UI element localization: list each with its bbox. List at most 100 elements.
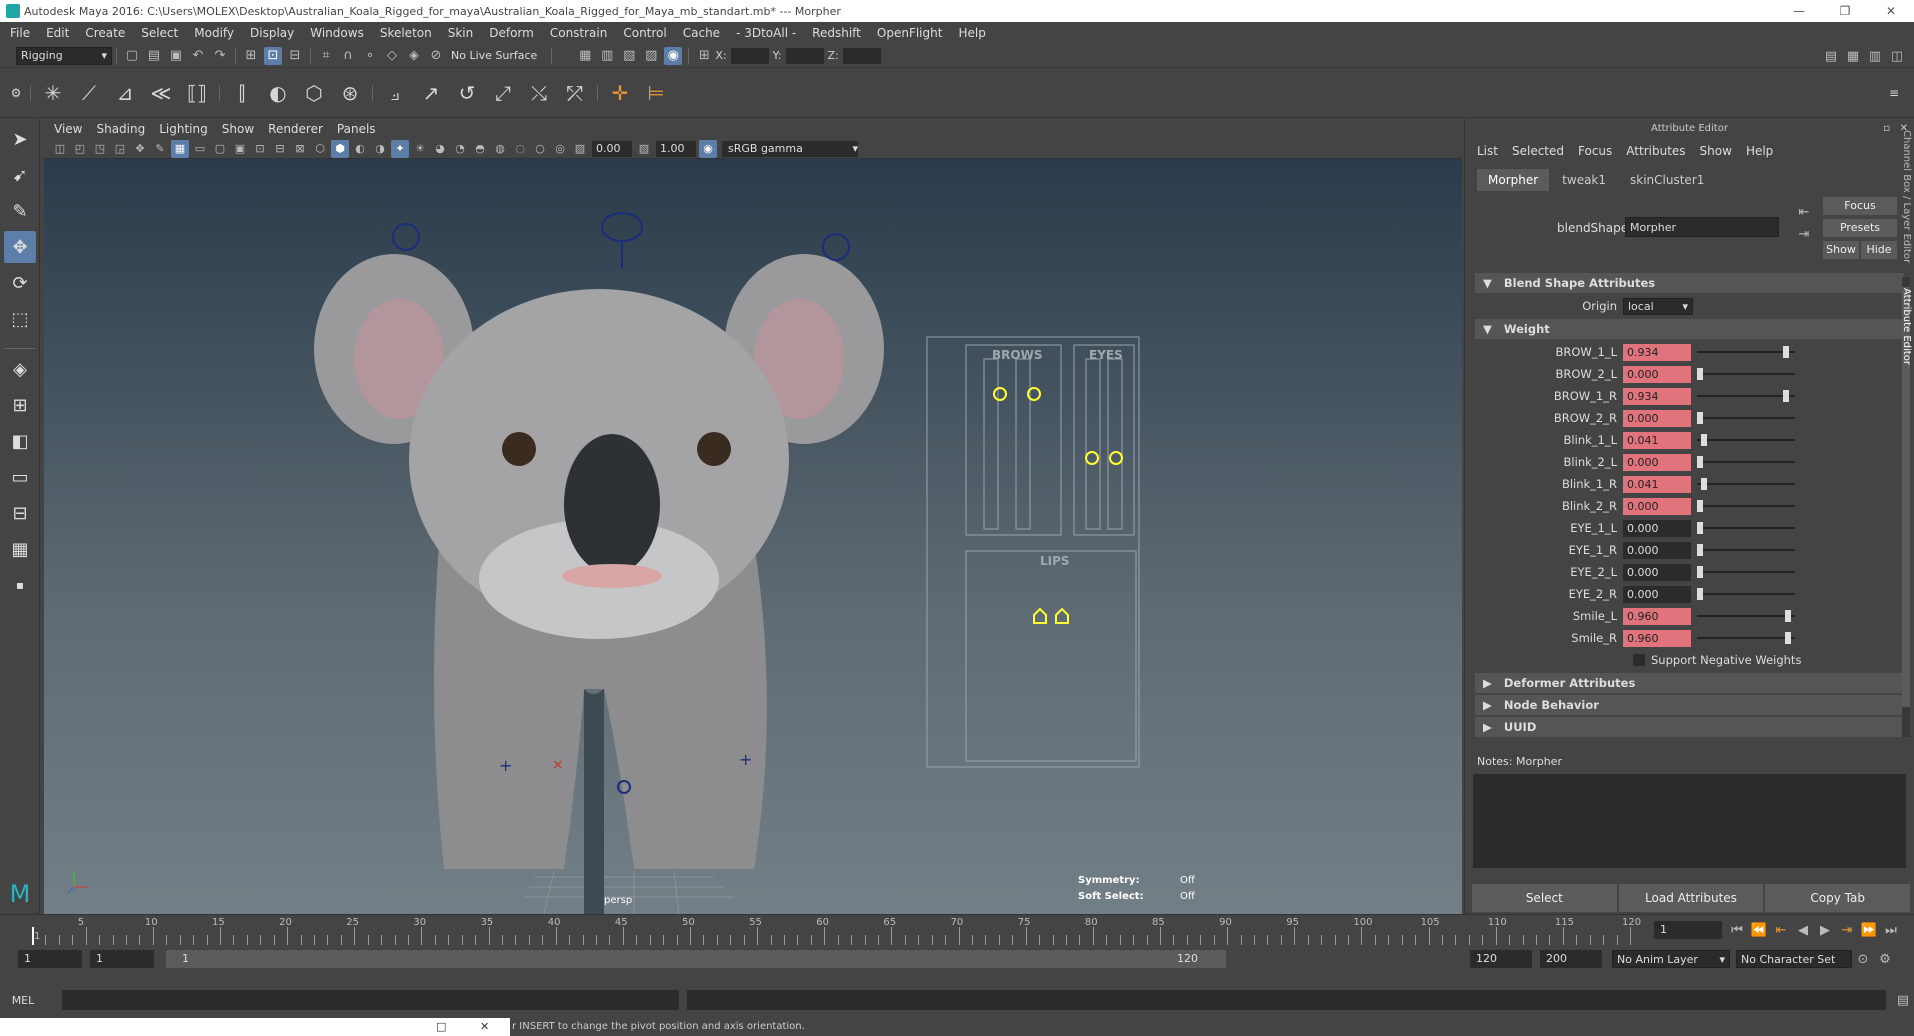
ik-fk-switch-icon[interactable]: ⊨ <box>640 77 672 109</box>
minimize-button[interactable]: — <box>1776 0 1822 22</box>
auto-key-icon[interactable]: ⊙ <box>1854 950 1872 968</box>
presets-button[interactable]: Presets <box>1823 219 1897 237</box>
3d-scene[interactable]: + × + BROWS EYES LIPS persp Symmetry: Of… <box>44 159 1462 915</box>
ik-spline-icon[interactable]: ≪ <box>145 77 177 109</box>
smile-r-control-icon[interactable] <box>1055 607 1069 624</box>
snap-surface-icon[interactable]: ◈ <box>405 47 423 65</box>
support-negative-checkbox[interactable] <box>1633 654 1645 666</box>
time-ruler[interactable]: 1 5 10 15 20 25 30 35 40 45 50 55 60 65 70 75 80 85 90 95 10… <box>28 917 1641 945</box>
time-slider[interactable]: 1 5 10 15 20 25 30 35 40 45 50 55 60 65 70 75 80 85 90 95 10… <box>0 914 1914 945</box>
weight-slider[interactable] <box>1697 585 1795 603</box>
menu-windows[interactable]: Windows <box>310 26 364 40</box>
resolution-gate-icon[interactable]: ▢ <box>211 140 229 158</box>
menu-create[interactable]: Create <box>85 26 125 40</box>
shelf-options-icon[interactable]: ⚙ <box>8 77 24 109</box>
humanik-icon[interactable]: ⟦⟧ <box>181 77 213 109</box>
camera-select-icon[interactable]: ◫ <box>51 140 69 158</box>
character-set-dropdown[interactable]: No Character Set <box>1736 950 1852 968</box>
ae-menu-focus[interactable]: Focus <box>1578 144 1612 158</box>
anti-aliasing-icon[interactable]: ◓ <box>471 140 489 158</box>
side-tab-attribute-editor[interactable]: Attribute Editor <box>1898 288 1912 378</box>
locator-icon[interactable]: ✛ <box>604 77 636 109</box>
color-management-icon[interactable]: ◉ <box>699 139 717 158</box>
step-forward-key-icon[interactable]: ⇥ <box>1838 921 1856 939</box>
weight-slider[interactable] <box>1697 475 1795 493</box>
weight-field[interactable]: 0.041 <box>1623 431 1691 449</box>
select-button[interactable]: Select <box>1472 884 1617 912</box>
hide-button[interactable]: Hide <box>1861 241 1897 259</box>
weight-field[interactable]: 0.960 <box>1623 607 1691 625</box>
y-field[interactable] <box>785 47 824 64</box>
menu-deform[interactable]: Deform <box>489 26 534 40</box>
step-forward-frame-icon[interactable]: ⏩ <box>1860 921 1878 939</box>
slider-knob[interactable] <box>1782 390 1789 402</box>
safe-title-icon[interactable]: ⊠ <box>291 140 309 158</box>
smooth-bind-icon[interactable]: ⫿ <box>226 77 258 109</box>
select-hierarchy-icon[interactable]: ⊞ <box>242 47 260 65</box>
ik-handle-marker-icon[interactable]: × <box>552 757 564 773</box>
image-plane-icon[interactable]: ◲ <box>111 140 129 158</box>
scale-constraint-icon[interactable]: ⤢ <box>487 77 519 109</box>
redo-icon[interactable]: ↷ <box>211 47 229 65</box>
weight-slider[interactable] <box>1697 365 1795 383</box>
menu-file[interactable]: File <box>10 26 30 40</box>
ae-menu-show[interactable]: Show <box>1700 144 1732 158</box>
playback-end-field[interactable]: 120 <box>1470 950 1532 968</box>
cluster-icon[interactable]: ⊛ <box>334 77 366 109</box>
orient-constraint-icon[interactable]: ↺ <box>451 77 483 109</box>
weight-slider[interactable] <box>1697 629 1795 647</box>
smile-l-control-icon[interactable] <box>1033 607 1047 624</box>
xray-components-icon[interactable]: ◎ <box>551 140 569 158</box>
weight-slider[interactable] <box>1697 431 1795 449</box>
origin-dropdown[interactable]: local ▾ <box>1623 297 1693 315</box>
weight-field[interactable]: 0.000 <box>1623 365 1691 383</box>
weight-field[interactable]: 0.934 <box>1623 343 1691 361</box>
weight-field[interactable]: 0.000 <box>1623 409 1691 427</box>
paint-select-icon[interactable]: ✎ <box>4 195 36 227</box>
float-icon[interactable]: ▫ <box>1883 119 1890 139</box>
range-slider[interactable]: 1 120 <box>166 950 1226 968</box>
ik-handle-icon[interactable]: ⊿ <box>109 77 141 109</box>
rigid-bind-icon[interactable]: ◐ <box>262 77 294 109</box>
output-connection-icon[interactable]: ⇥ <box>1795 225 1813 243</box>
weight-field[interactable]: 0.000 <box>1623 519 1691 537</box>
menu-control[interactable]: Control <box>623 26 666 40</box>
menu-openflight[interactable]: OpenFlight <box>877 26 943 40</box>
hypershade-icon[interactable]: ◉ <box>664 46 683 65</box>
left-ear-control-icon[interactable] <box>392 223 420 251</box>
step-back-frame-icon[interactable]: ⏪ <box>1750 921 1768 939</box>
isolate-select-icon[interactable]: ◍ <box>491 140 509 158</box>
load-attributes-button[interactable]: Load Attributes <box>1618 884 1764 912</box>
textured-icon[interactable]: ◑ <box>371 140 389 158</box>
point-constraint-icon[interactable]: ⟓ <box>379 77 411 109</box>
go-to-end-icon[interactable]: ⏭ <box>1882 921 1900 939</box>
ae-menu-attributes[interactable]: Attributes <box>1626 144 1685 158</box>
exposure-icon[interactable]: ▨ <box>571 140 589 158</box>
gate-mask-icon[interactable]: ▣ <box>231 140 249 158</box>
transform-mode-icon[interactable]: ⊞ <box>695 47 713 65</box>
ae-menu-help[interactable]: Help <box>1746 144 1773 158</box>
restore-icon[interactable]: □ <box>436 1020 446 1033</box>
viewport-menu-show[interactable]: Show <box>222 122 254 136</box>
insert-joint-icon[interactable]: ⟋ <box>73 77 105 109</box>
step-back-key-icon[interactable]: ⇤ <box>1772 921 1790 939</box>
smooth-shade-icon[interactable]: ⬢ <box>331 139 349 158</box>
grease-pencil-icon[interactable]: ✎ <box>151 140 169 158</box>
menu-redshift[interactable]: Redshift <box>812 26 861 40</box>
viewport-menu-panels[interactable]: Panels <box>337 122 376 136</box>
gamma-icon[interactable]: ▧ <box>635 140 653 158</box>
section-blend-shape-attributes[interactable]: ▼ Blend Shape Attributes <box>1475 273 1904 293</box>
use-all-lights-icon[interactable]: ✦ <box>391 139 409 158</box>
2d-pan-icon[interactable]: ✥ <box>131 140 149 158</box>
eye-l-control-icon[interactable] <box>1085 451 1099 465</box>
render-view-icon[interactable]: ▦ <box>576 47 594 65</box>
snap-point-icon[interactable]: ∘ <box>361 47 379 65</box>
menu-skeleton[interactable]: Skeleton <box>380 26 432 40</box>
slider-knob[interactable] <box>1697 522 1703 534</box>
slider-knob[interactable] <box>1700 434 1707 446</box>
right-ear-control-icon[interactable] <box>822 233 850 261</box>
section-weight[interactable]: ▼ Weight <box>1475 319 1904 339</box>
aim-constraint-icon[interactable]: ↗ <box>415 77 447 109</box>
weight-slider[interactable] <box>1697 409 1795 427</box>
playback-start-field[interactable]: 1 <box>90 950 154 968</box>
